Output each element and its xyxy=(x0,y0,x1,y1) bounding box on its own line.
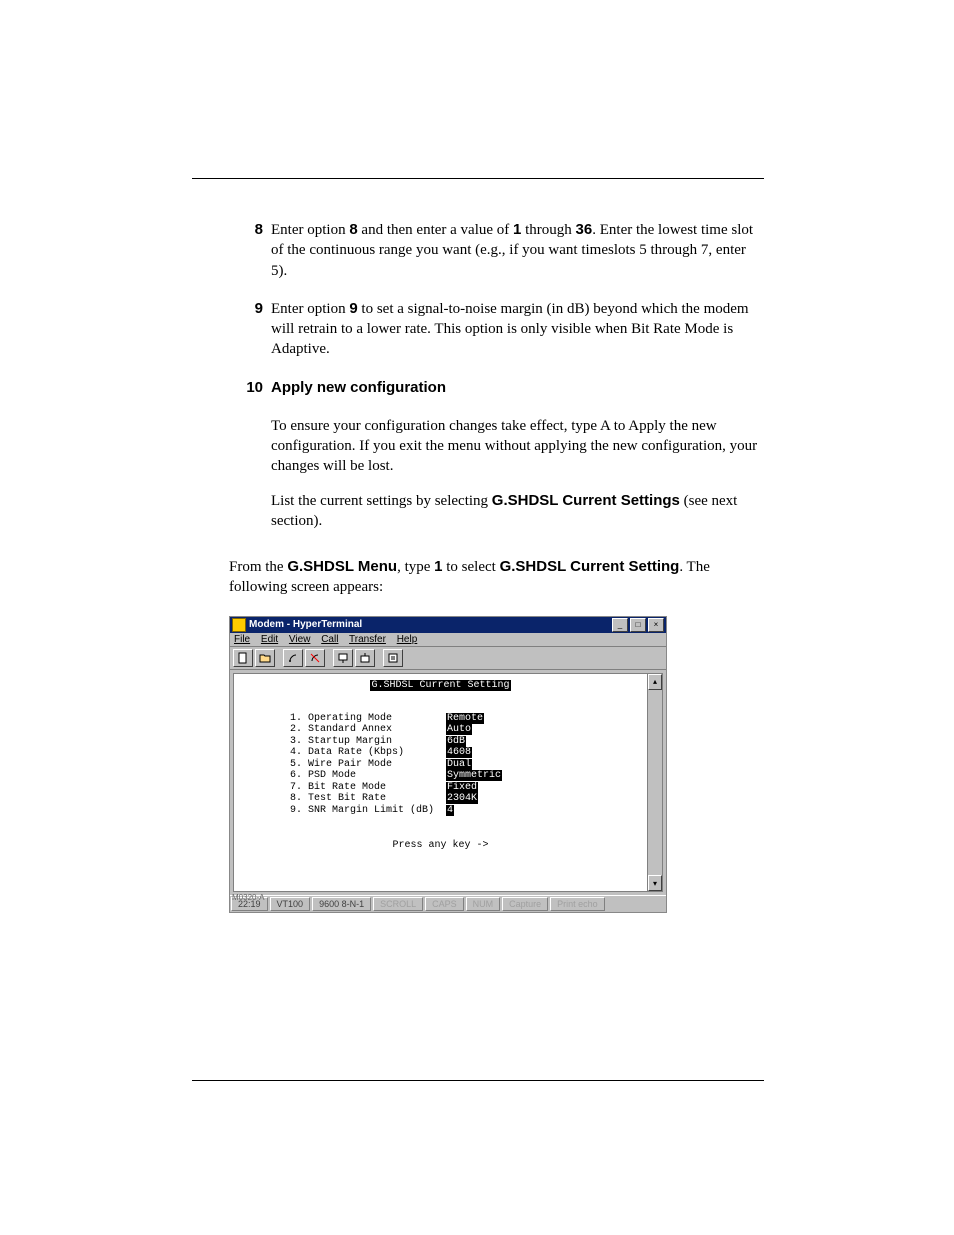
menu-view[interactable]: View xyxy=(289,634,311,645)
tool-disconnect-icon[interactable] xyxy=(305,649,325,667)
terminal-canvas[interactable]: G.SHDSL Current Setting 1. Operating Mod… xyxy=(234,674,647,892)
scroll-thumb[interactable] xyxy=(648,690,662,876)
header-rule xyxy=(192,178,764,179)
tool-connect-icon[interactable] xyxy=(283,649,303,667)
tool-open-icon[interactable] xyxy=(255,649,275,667)
b: G.SHDSL Menu xyxy=(287,558,397,575)
t: to select xyxy=(443,559,500,575)
term-row-value: Auto xyxy=(446,724,472,735)
status-capture: Capture xyxy=(502,897,548,911)
statusbar: 22:19 VT100 9600 8-N-1 SCROLL CAPS NUM C… xyxy=(230,895,666,912)
term-row-label: 9. SNR Margin Limit (dB) xyxy=(290,805,446,816)
term-row-label: 2. Standard Annex xyxy=(290,724,446,735)
term-row: 1. Operating Mode Remote xyxy=(290,713,637,725)
status-line: 9600 8-N-1 xyxy=(312,897,371,911)
menubar[interactable]: File Edit View Call Transfer Help xyxy=(230,633,666,647)
t: and then enter a value of xyxy=(358,222,513,238)
term-row-label: 8. Test Bit Rate xyxy=(290,793,446,804)
t: Enter option xyxy=(271,222,349,238)
t: From the xyxy=(229,559,287,575)
status-emul: VT100 xyxy=(270,897,311,911)
b: G.SHDSL Current Settings xyxy=(492,492,680,509)
term-row-label: 4. Data Rate (Kbps) xyxy=(290,747,446,758)
term-row-value: 4608 xyxy=(446,747,472,758)
term-row-value: Fixed xyxy=(446,782,478,793)
menu-transfer[interactable]: Transfer xyxy=(349,634,386,645)
b: 9 xyxy=(349,300,357,317)
term-row-value: Dual xyxy=(446,759,472,770)
term-header: G.SHDSL Current Setting xyxy=(370,680,510,691)
t: Enter option xyxy=(271,301,349,317)
term-row: 5. Wire Pair Mode Dual xyxy=(290,759,637,771)
step-8: 8 Enter option 8 and then enter a value … xyxy=(225,220,764,281)
term-row-label: 6. PSD Mode xyxy=(290,770,446,781)
menu-edit[interactable]: Edit xyxy=(261,634,278,645)
titlebar: Modem - HyperTerminal _ □ × xyxy=(230,617,666,633)
term-row-value: 6dB xyxy=(446,736,466,747)
window-title: Modem - HyperTerminal xyxy=(249,619,610,630)
term-row-value: Remote xyxy=(446,713,484,724)
term-row: 2. Standard Annex Auto xyxy=(290,724,637,736)
t: , type xyxy=(397,559,434,575)
tool-send-icon[interactable] xyxy=(333,649,353,667)
term-row-value: 4 xyxy=(446,805,454,816)
term-row-label: 3. Startup Margin xyxy=(290,736,446,747)
step-9: 9 Enter option 9 to set a signal-to-nois… xyxy=(225,299,764,360)
menu-file[interactable]: File xyxy=(234,634,250,645)
minimize-button[interactable]: _ xyxy=(612,618,628,632)
app-icon xyxy=(232,618,246,632)
status-scroll: SCROLL xyxy=(373,897,423,911)
terminal-window: Modem - HyperTerminal _ □ × File Edit Vi… xyxy=(229,616,667,914)
b: 36 xyxy=(576,221,593,238)
b: G.SHDSL Current Setting xyxy=(500,558,680,575)
b: 8 xyxy=(349,221,357,238)
term-row: 8. Test Bit Rate 2304K xyxy=(290,793,637,805)
step-num: 8 xyxy=(225,220,263,240)
tool-properties-icon[interactable] xyxy=(383,649,403,667)
term-row: 7. Bit Rate Mode Fixed xyxy=(290,782,637,794)
footer-rule xyxy=(192,1080,764,1081)
close-button[interactable]: × xyxy=(648,618,664,632)
figure-id: M0320-A xyxy=(232,893,264,902)
press-any-key: Press any key -> xyxy=(244,840,637,852)
maximize-button[interactable]: □ xyxy=(630,618,646,632)
t: List the current settings by selecting xyxy=(271,493,492,509)
status-caps: CAPS xyxy=(425,897,464,911)
term-row-value: Symmetric xyxy=(446,770,502,781)
toolbar xyxy=(230,647,666,670)
t: through xyxy=(521,222,575,238)
term-row-value: 2304K xyxy=(446,793,478,804)
menu-help[interactable]: Help xyxy=(397,634,418,645)
list-paragraph: List the current settings by selecting G… xyxy=(271,491,764,532)
status-num: NUM xyxy=(466,897,501,911)
term-row: 4. Data Rate (Kbps) 4608 xyxy=(290,747,637,759)
term-row-label: 1. Operating Mode xyxy=(290,713,446,724)
step-text: Enter option 8 and then enter a value of… xyxy=(263,220,764,281)
apply-paragraph: To ensure your configuration changes tak… xyxy=(271,416,764,477)
term-row-label: 7. Bit Rate Mode xyxy=(290,782,446,793)
status-printecho: Print echo xyxy=(550,897,605,911)
term-row: 3. Startup Margin 6dB xyxy=(290,736,637,748)
step-num: 9 xyxy=(225,299,263,319)
menu-call[interactable]: Call xyxy=(321,634,338,645)
term-row-label: 5. Wire Pair Mode xyxy=(290,759,446,770)
menu-paragraph: From the G.SHDSL Menu, type 1 to select … xyxy=(229,557,764,598)
step-num: 10 xyxy=(225,378,263,398)
step-10: 10 Apply new configuration xyxy=(225,378,764,398)
step-heading: Apply new configuration xyxy=(263,378,764,398)
term-row: 6. PSD Mode Symmetric xyxy=(290,770,637,782)
scrollbar[interactable]: ▴ ▾ xyxy=(647,674,662,892)
tool-receive-icon[interactable] xyxy=(355,649,375,667)
term-row: 9. SNR Margin Limit (dB) 4 xyxy=(290,805,637,817)
scroll-up-icon[interactable]: ▴ xyxy=(648,674,662,690)
tool-new-icon[interactable] xyxy=(233,649,253,667)
step-text: Enter option 9 to set a signal-to-noise … xyxy=(263,299,764,360)
scroll-down-icon[interactable]: ▾ xyxy=(648,875,662,891)
b: Apply new configuration xyxy=(271,379,446,396)
b: 1 xyxy=(434,558,442,575)
